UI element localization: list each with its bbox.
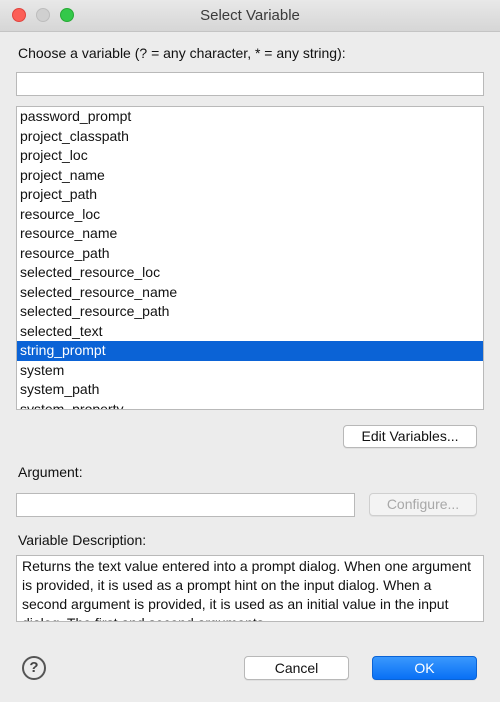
variable-list-item[interactable]: project_classpath <box>17 127 483 147</box>
filter-label: Choose a variable (? = any character, * … <box>18 45 346 61</box>
title-bar: Select Variable <box>0 0 500 32</box>
variable-list-item[interactable]: selected_resource_name <box>17 283 483 303</box>
edit-variables-button[interactable]: Edit Variables... <box>343 425 477 448</box>
variable-list-item[interactable]: selected_resource_loc <box>17 263 483 283</box>
argument-label: Argument: <box>18 464 83 480</box>
help-icon[interactable]: ? <box>22 656 46 680</box>
variable-list-item[interactable]: string_prompt <box>17 341 483 361</box>
variable-list-item[interactable]: project_name <box>17 166 483 186</box>
variable-description: Returns the text value entered into a pr… <box>16 555 484 622</box>
variable-list-item[interactable]: project_loc <box>17 146 483 166</box>
filter-input[interactable] <box>16 72 484 96</box>
variable-list-item[interactable]: system_path <box>17 380 483 400</box>
variable-list-item[interactable]: project_path <box>17 185 483 205</box>
variable-list-item[interactable]: selected_resource_path <box>17 302 483 322</box>
window-title: Select Variable <box>200 7 300 24</box>
variable-list-item[interactable]: system <box>17 361 483 381</box>
argument-input[interactable] <box>16 493 355 517</box>
description-label: Variable Description: <box>18 532 147 548</box>
configure-button[interactable]: Configure... <box>369 493 477 516</box>
variable-list-item[interactable]: resource_path <box>17 244 483 264</box>
variable-list-item[interactable]: resource_name <box>17 224 483 244</box>
variable-list[interactable]: password_prompt project_classpath project_… <box>16 106 484 410</box>
variable-list-item[interactable]: password_prompt <box>17 107 483 127</box>
cancel-button[interactable]: Cancel <box>244 656 349 680</box>
variable-list-item[interactable]: resource_loc <box>17 205 483 225</box>
variable-list-item[interactable]: system_property <box>17 400 483 410</box>
ok-button[interactable]: OK <box>372 656 477 680</box>
variable-list-item[interactable]: selected_text <box>17 322 483 342</box>
